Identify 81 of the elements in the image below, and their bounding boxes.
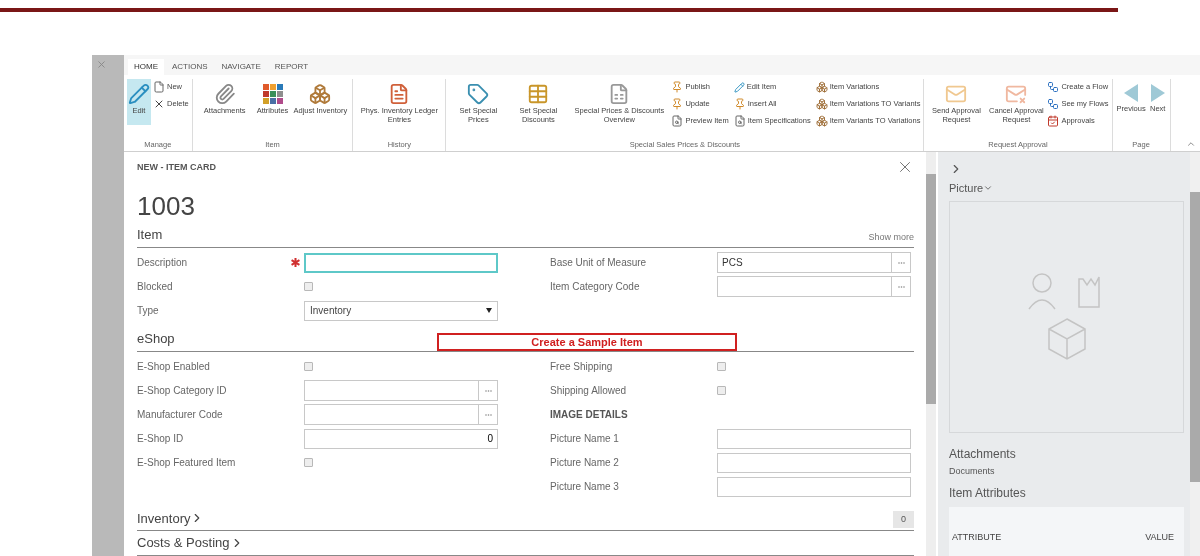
field-label: Type [137, 304, 160, 319]
preview-icon [733, 115, 746, 127]
field-label: Base Unit of Measure [550, 256, 648, 271]
mail-cross-icon [1005, 83, 1028, 105]
factbox-heading: Attachments [949, 445, 1017, 463]
calendar-icon [1047, 115, 1060, 127]
ribbon-tab[interactable]: REPORT [268, 59, 315, 75]
flow-icon [1047, 81, 1060, 93]
dropdown-value: Inventory [310, 304, 352, 319]
scrollbar[interactable] [1190, 152, 1200, 556]
collapse-ribbon-icon[interactable] [1186, 139, 1196, 149]
mail-icon [945, 83, 968, 105]
tag-icon [467, 83, 490, 105]
field-label: E-Shop Category ID [137, 384, 228, 399]
lookup-field[interactable]: PCS [717, 252, 911, 274]
preview-icon [671, 115, 684, 127]
previous-arrow-icon [1123, 83, 1140, 103]
checkbox[interactable] [304, 458, 313, 468]
boxes-icon [309, 83, 332, 105]
lookup-field[interactable] [717, 276, 911, 298]
picture-header[interactable]: Picture [949, 180, 994, 197]
pin-icon [671, 81, 684, 93]
text-field[interactable] [304, 253, 498, 273]
field-label: Item Category Code [550, 280, 641, 295]
pin-icon [733, 98, 746, 110]
lookup-field[interactable] [304, 380, 498, 402]
documents-link[interactable]: Documents [949, 464, 995, 478]
paperclip-icon [213, 83, 236, 105]
pin-icon [671, 98, 684, 110]
boxes-icon [815, 115, 828, 127]
checkbox[interactable] [304, 282, 313, 292]
pencil-icon [128, 83, 150, 105]
ribbon-tab[interactable]: ACTIONS [166, 59, 214, 75]
lookup-field[interactable] [304, 404, 498, 426]
field-label: Manufacturer Code [137, 408, 224, 423]
count-badge: 0 [893, 511, 914, 529]
attributes-icon [261, 83, 284, 105]
text-field[interactable] [717, 477, 911, 497]
annotation-label: Create a Sample Item [437, 333, 737, 351]
flow-icon [1047, 98, 1060, 110]
dropdown-field[interactable]: Inventory [304, 301, 498, 321]
section-heading: eShop [137, 330, 175, 349]
new-page-icon [153, 81, 165, 93]
column-header: VALUE [1145, 530, 1174, 544]
table-icon [527, 83, 550, 105]
field-label: Description [137, 256, 189, 271]
checkbox[interactable] [304, 362, 313, 372]
close-icon [96, 59, 107, 70]
checkbox[interactable] [717, 362, 726, 372]
field-label: Picture Name 3 [550, 480, 620, 495]
show-more-link[interactable]: Show more [868, 231, 914, 245]
field-label: E-Shop Featured Item [137, 456, 237, 471]
ribbon-tab[interactable]: NAVIGATE [215, 59, 267, 75]
scrollbar[interactable] [926, 152, 936, 556]
item-number: 1003 [137, 190, 196, 219]
field-label: E-Shop Enabled [137, 360, 211, 375]
boxes-icon [815, 81, 828, 93]
field-value: PCS [722, 256, 743, 271]
delete-icon [153, 98, 165, 110]
boxes-icon [815, 98, 828, 110]
field-label: Blocked [137, 280, 174, 295]
page-caption: NEW - ITEM CARD [137, 160, 216, 174]
text-field[interactable] [717, 429, 911, 449]
pencil-icon [733, 81, 745, 93]
column-header: ATTRIBUTE [952, 530, 1002, 544]
field-label: E-Shop ID [137, 432, 185, 447]
collapsed-section-header[interactable]: Costs & Posting [137, 533, 244, 553]
field-label: Picture Name 1 [550, 432, 620, 447]
dropdown-caret-icon [486, 308, 492, 314]
field-label: Shipping Allowed [550, 384, 628, 399]
checkbox[interactable] [717, 386, 726, 396]
field-label: Free Shipping [550, 360, 614, 375]
field-label: Picture Name 2 [550, 456, 620, 471]
ribbon-tab[interactable]: HOME [128, 59, 164, 75]
collapsed-section-header[interactable]: Inventory [137, 508, 205, 529]
section-heading: Item [137, 226, 163, 245]
number-field[interactable]: 0 [304, 429, 498, 449]
factbox-heading: Item Attributes [949, 485, 1027, 502]
text-field[interactable] [717, 453, 911, 473]
subsection-heading: IMAGE DETAILS [550, 408, 628, 423]
next-arrow-icon [1149, 83, 1166, 103]
